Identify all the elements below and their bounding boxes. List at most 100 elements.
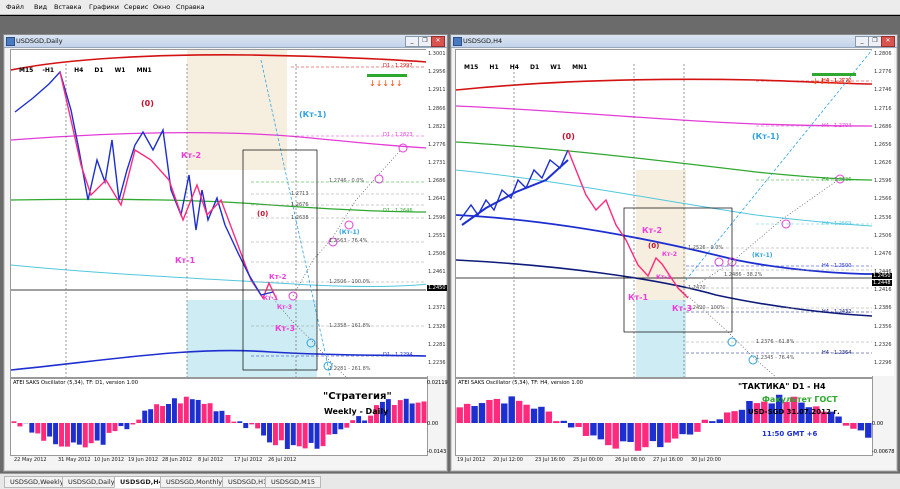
tf-mn1[interactable]: MN1 — [137, 67, 152, 74]
oscillator-bar — [89, 423, 94, 443]
tf-d1[interactable]: D1 — [530, 64, 539, 71]
oscillator-bar — [178, 403, 183, 423]
time-axis: 22 May 2012 31 May 2012 10 Jun 2012 19 J… — [10, 457, 426, 467]
minimize-button[interactable]: _ — [855, 36, 869, 47]
magenta-ma-line — [456, 106, 872, 126]
tf-h1[interactable]: H1 — [489, 64, 498, 71]
oscillator-bar — [124, 423, 129, 429]
time-label: 10 Jun 2012 — [94, 457, 124, 463]
oscillator-bar — [635, 423, 641, 451]
fib-label: 1.2470 — [688, 285, 706, 291]
fib-label: 1.2506 - 100.0% — [329, 279, 371, 285]
indicator-title: ATEI SAKS Oscillator (5,34), TF: H4, ver… — [458, 380, 583, 386]
oscillator-bar — [620, 423, 626, 441]
time-label: 22 May 2012 — [14, 457, 47, 463]
tf-m15-h1[interactable]: M15-H1 — [19, 67, 63, 74]
oscillator-bar — [410, 403, 415, 423]
price-tick-label: 1.2476 — [874, 251, 892, 257]
current-price-tag: 1.2450 — [427, 285, 447, 291]
oscillator-bar — [113, 423, 118, 431]
level4-label: D1 - 1.2294 — [383, 352, 413, 358]
oscillator-bar — [739, 410, 745, 423]
tab-daily[interactable]: USDSGD,Daily — [62, 476, 121, 488]
tf-d1[interactable]: D1 — [94, 67, 103, 74]
menu-view[interactable]: Вид — [34, 3, 47, 11]
oscillator-bar — [47, 423, 52, 437]
wave-zero2-label: (0) — [648, 242, 659, 250]
menu-help[interactable]: Справка — [176, 3, 205, 11]
wave-zero-label: (0) — [141, 99, 154, 108]
oscillator-bar — [561, 421, 567, 423]
indicator-panel[interactable]: ATEI SAKS Oscillator (5,34), TF: D1, ver… — [10, 378, 428, 456]
price-tick-label: 1.2656 — [874, 142, 892, 148]
price-tick-label: 1.2386 — [874, 305, 892, 311]
wave-kt3-label: Кт-3 — [277, 304, 292, 311]
restore-button[interactable]: ❐ — [418, 36, 432, 47]
oscillator-bar — [225, 415, 230, 423]
oscillator-bar — [267, 423, 272, 442]
price-chart[interactable]: ↓↓↓↓↓ M15-H1 H4 D1 W1 MN1 D1 - 1.2997 D1… — [10, 49, 428, 378]
level3-label: H4 - 1.2636 — [822, 177, 851, 183]
price-chart[interactable]: ↓↓↓↓↓↓ M15 H1 H4 D1 W1 MN1 H4 - 1.2772 H… — [455, 49, 873, 378]
oscillator-bar — [494, 399, 500, 423]
menu-bar: Файл Вид Вставка Графики Сервис Окно Спр… — [0, 0, 900, 15]
menu-window[interactable]: Окно — [153, 3, 170, 11]
tab-monthly[interactable]: USDSGD,Monthly — [160, 476, 228, 488]
wave-zero2-label: (0) — [257, 210, 268, 218]
oscillator-bar — [679, 423, 685, 434]
menu-tools[interactable]: Сервис — [124, 3, 148, 11]
price-tick-label: 1.2536 — [874, 215, 892, 221]
oscillator-bar — [208, 403, 213, 423]
indicator-panel[interactable]: ATEI SAKS Oscillator (5,34), TF: H4, ver… — [455, 378, 873, 456]
tf-h4[interactable]: H4 — [74, 67, 83, 74]
price-path-tail — [225, 225, 273, 295]
tf-mn1[interactable]: MN1 — [572, 64, 587, 71]
menu-insert[interactable]: Вставка — [54, 3, 82, 11]
restore-button[interactable]: ❐ — [868, 36, 882, 47]
chart-window-icon — [6, 37, 15, 46]
oscillator-bar — [118, 423, 123, 426]
price-scale: 1.28061.27761.27461.27161.26861.26561.26… — [872, 49, 894, 376]
chart-window-h4[interactable]: USDSGD,H4 _ ❐ ✕ — [450, 34, 898, 472]
oscillator-bar — [865, 423, 871, 438]
wave-kt2b-label: Кт-2 — [269, 273, 287, 281]
level2-label: D1 - 1.2823 — [383, 132, 413, 138]
target-circle — [399, 144, 407, 152]
tab-weekly[interactable]: USDSGD,Weekly — [4, 476, 70, 488]
price-tick-label: 1.2506 — [428, 251, 446, 257]
oscillator-bar — [101, 423, 106, 445]
price-tick-label: 1.2776 — [428, 142, 446, 148]
window-titlebar[interactable]: USDSGD,Daily _ ❐ ✕ — [4, 35, 447, 48]
strategy-subtitle: Weekly - Daily — [324, 407, 388, 416]
window-titlebar[interactable]: USDSGD,H4 _ ❐ ✕ — [451, 35, 897, 48]
oscillator-bar — [613, 423, 619, 449]
red-ma-line — [456, 79, 872, 90]
time-label: 8 Jul 2012 — [198, 457, 223, 463]
oscillator-bar — [12, 421, 17, 423]
close-button[interactable]: ✕ — [431, 36, 445, 47]
chart-tab-bar: USDSGD,Weekly USDSGD,Daily USDSGD,H4 USD… — [0, 473, 900, 489]
fib-label: 1.2358 - 161.8% — [329, 323, 371, 329]
oscillator-bar — [553, 421, 559, 423]
price-tick-label: 1.2281 — [428, 342, 446, 348]
menu-charts[interactable]: Графики — [89, 3, 119, 11]
oscillator-bar — [261, 423, 266, 435]
oscillator-bar — [687, 423, 693, 435]
minimize-button[interactable]: _ — [405, 36, 419, 47]
green-bar — [367, 74, 407, 77]
oscillator-bar — [590, 423, 596, 435]
chart-window-daily[interactable]: USDSGD,Daily _ ❐ ✕ — [3, 34, 448, 472]
oscillator-bar — [724, 412, 730, 423]
wave-kt2-label: Кт-2 — [642, 226, 662, 235]
price-tick-label: 1.2911 — [428, 87, 446, 93]
tf-w1[interactable]: W1 — [115, 67, 126, 74]
tab-m15[interactable]: USDSGD,M15 — [265, 476, 321, 488]
tf-m15[interactable]: M15 — [464, 64, 478, 71]
close-button[interactable]: ✕ — [881, 36, 895, 47]
oscillator-bar — [843, 423, 849, 426]
tf-h4[interactable]: H4 — [510, 64, 519, 71]
tf-w1[interactable]: W1 — [550, 64, 561, 71]
menu-file[interactable]: Файл — [6, 3, 24, 11]
price-tick-label: 1.2596 — [874, 178, 892, 184]
oscillator-bar — [858, 423, 864, 430]
